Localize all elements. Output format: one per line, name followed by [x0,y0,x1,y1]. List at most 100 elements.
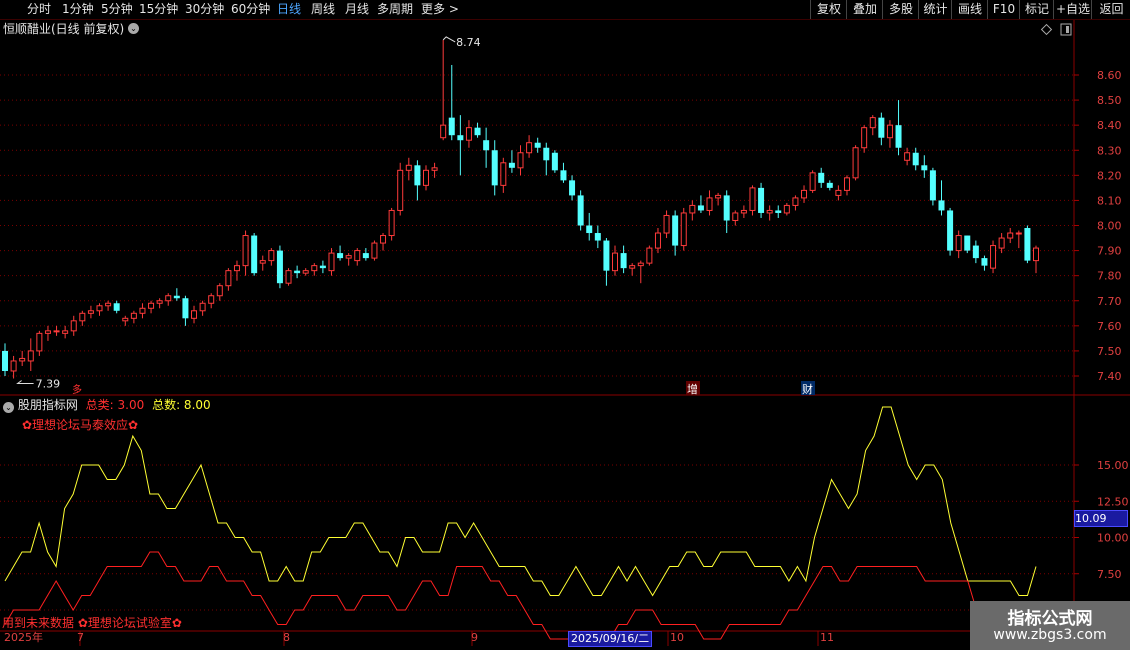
candle-body [663,214,670,234]
candle-body [577,195,584,226]
candle-body [62,330,69,334]
candle-body [44,330,51,334]
high-marker-arrow [442,36,456,43]
diamond-icon [1040,23,1053,36]
candle-body [371,242,378,259]
candle-body [680,212,687,247]
candle-body [422,169,429,186]
candle-body [122,317,129,322]
candle-body [19,357,26,362]
candle-body [251,235,258,274]
candle-body [526,142,533,154]
candle-body [955,235,962,252]
candle-body [697,205,704,211]
candle-body [620,253,627,269]
candle-body [53,330,60,333]
candle-body [569,180,576,196]
price-tick-label: 8.50 [1097,94,1122,107]
candle-body [105,302,112,307]
candle-body [921,165,928,171]
indicator-caption: ✿理想论坛马泰效应✿ [22,418,139,432]
candle-body [689,204,696,214]
candle-body [328,252,335,272]
candle-body [182,298,189,319]
candle-body [852,147,859,179]
price-tick-label: 8.40 [1097,119,1122,132]
candle-body [491,150,498,186]
candle-body [1015,232,1022,235]
candle-body [36,332,43,352]
candle-body [130,312,137,319]
candle-body [792,197,799,206]
date-axis: 2025年 7 8 9 10 11 [0,631,1075,650]
candle-body [311,265,318,272]
candle-body [79,312,86,322]
candle-body [508,162,515,168]
indicator-total-count: 总数: 8.00 [152,398,211,412]
candle-body [388,209,395,237]
candle-body [165,295,172,302]
candle-body [345,255,352,259]
candle-body [302,270,309,274]
candle-body [70,320,77,332]
candle-body [904,152,911,161]
candle-body [285,270,292,284]
month-label: 11 [820,631,834,644]
price-tick-label: 7.40 [1097,370,1122,383]
candle-body [835,189,842,196]
candle-body [319,265,326,269]
candle-body [87,310,94,314]
candle-body [990,245,997,269]
candle-body [517,152,524,169]
candle-body [878,117,885,138]
candle-body [818,172,825,183]
candle-body [732,212,739,221]
candle-body [294,270,301,274]
candle-body [809,172,816,191]
candle-body [268,250,275,262]
candle-body [672,215,679,246]
candle-body [474,127,481,136]
candle-body [1024,228,1031,261]
watermark-title: 指标公式网 [1007,609,1093,629]
candle-body [534,142,541,148]
price-tick-label: 8.10 [1097,194,1122,207]
candle-body [594,233,601,241]
candle-body [242,235,249,267]
candle-body [869,117,876,129]
watermark: 指标公式网 www.zbgs3.com [970,601,1130,650]
candle-body [1033,247,1039,262]
indicator-total-class: 总类: 3.00 [85,398,145,412]
chevron-down-icon[interactable]: ⌄ [128,23,139,34]
candle-body [380,235,387,244]
indicator-name[interactable]: 股朋指标网 [18,398,78,412]
indicator-tick-label: 10.00 [1097,532,1129,545]
indicator-tick-label: 7.50 [1097,568,1122,581]
high-marker-label: 8.74 [456,36,481,49]
price-tick-label: 8.30 [1097,144,1122,157]
candle-body [208,295,215,304]
candle-body [1007,232,1014,239]
candle-body [199,302,206,312]
candle-body [448,117,455,136]
candle-body [431,167,438,171]
price-tick-label: 8.60 [1097,69,1122,82]
candle-body [551,152,558,171]
month-label: 8 [283,631,290,644]
candle-body [259,260,266,264]
candle-body [405,164,412,171]
stock-title[interactable]: 恒顺醋业(日线 前复权) [3,20,124,38]
chevron-down-icon[interactable]: ⌄ [3,402,14,413]
indicator-tick-label: 15.00 [1097,459,1129,472]
candle-body [465,127,472,141]
candle-body [216,285,223,297]
candle-body [749,187,756,211]
candle-body [191,310,198,319]
candle-body [276,250,283,284]
candle-body [457,135,464,141]
candle-body [938,200,945,211]
candle-body [964,235,971,251]
candle-body [500,162,507,186]
candle-body [2,350,8,371]
event-mark: 增 [687,382,698,396]
